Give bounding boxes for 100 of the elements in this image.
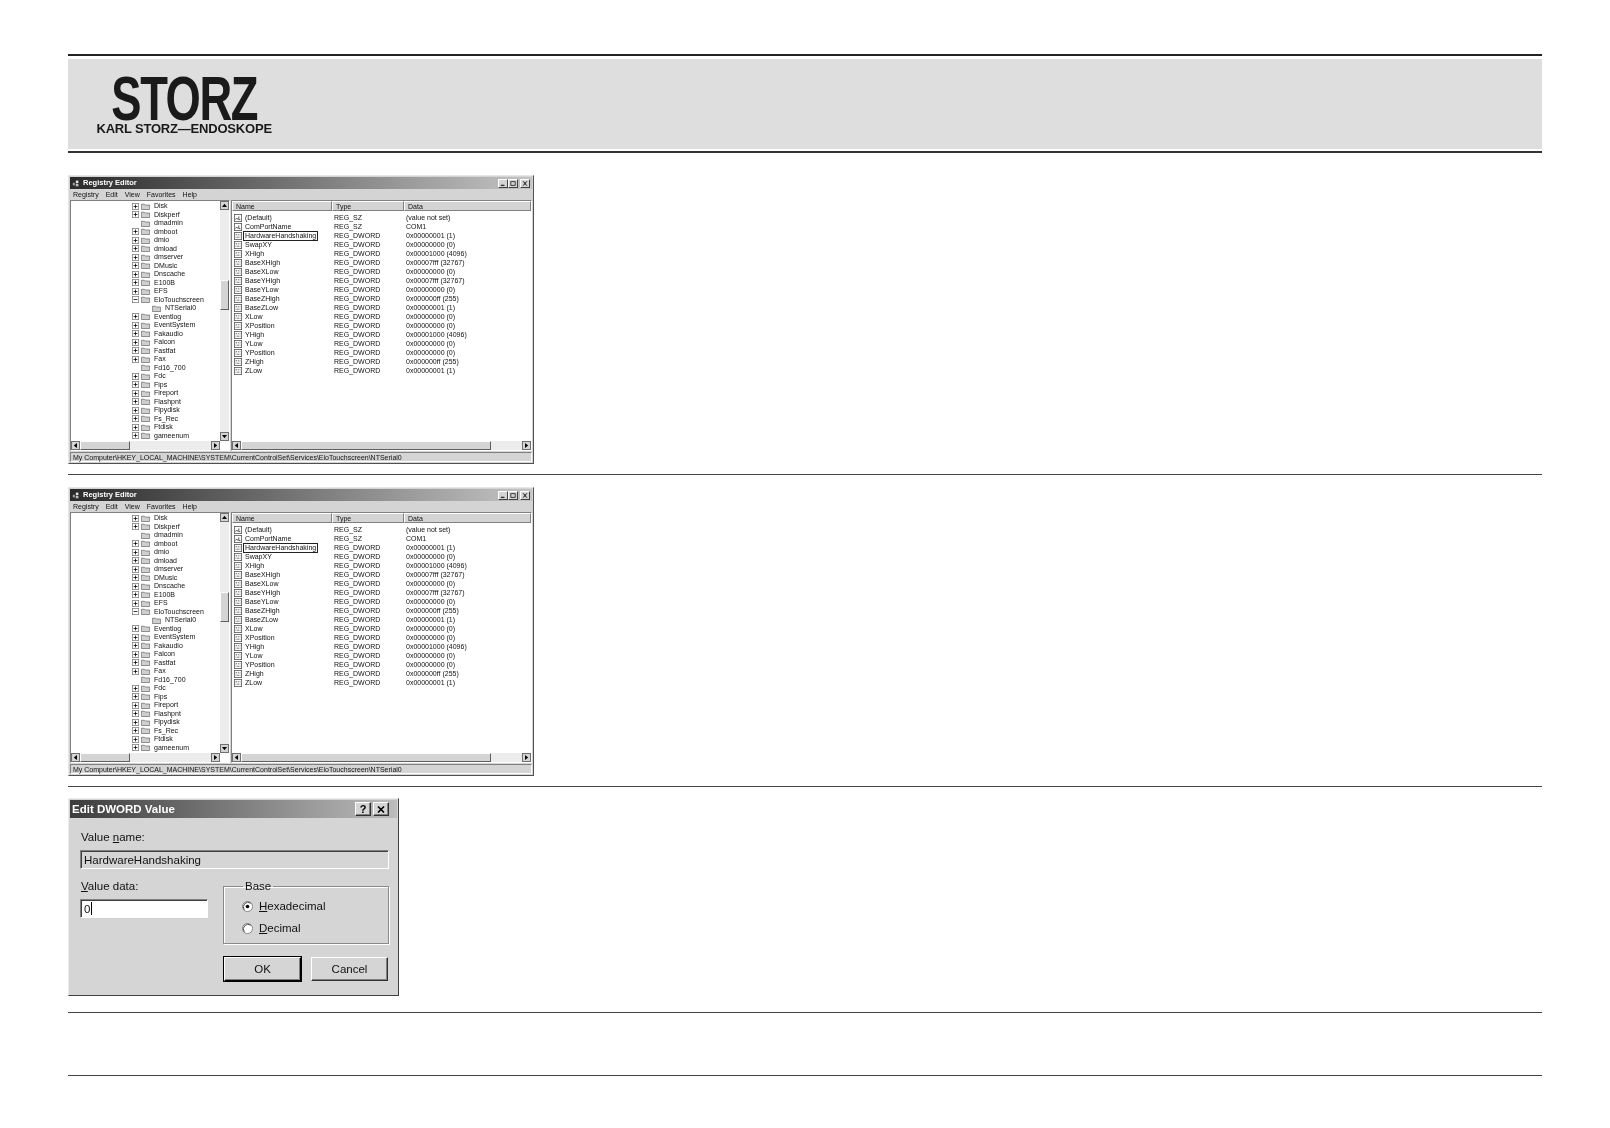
right-arrow-icon[interactable] — [522, 753, 531, 762]
maximize-icon — [510, 492, 516, 498]
plus-box-icon[interactable] — [132, 684, 139, 692]
plus-box-icon[interactable] — [132, 625, 139, 633]
plus-box-icon[interactable] — [132, 262, 139, 270]
down-arrow-icon[interactable] — [220, 432, 229, 441]
plus-box-icon[interactable] — [132, 415, 139, 423]
left-arrow-icon[interactable] — [232, 441, 241, 450]
radio-icon[interactable] — [242, 922, 253, 934]
radio-icon[interactable] — [242, 900, 253, 912]
minimize-button[interactable] — [498, 490, 508, 500]
value-data-field[interactable]: 0 — [80, 899, 208, 918]
plus-box-icon[interactable] — [132, 574, 139, 582]
close-icon — [522, 492, 528, 498]
plus-box-icon[interactable] — [132, 659, 139, 667]
plus-box-icon[interactable] — [132, 338, 139, 346]
plus-box-icon[interactable] — [132, 540, 139, 548]
down-arrow-icon[interactable] — [220, 744, 229, 753]
up-arrow-icon[interactable] — [220, 201, 229, 210]
logo-wordmark: STORZ — [111, 73, 258, 123]
plus-box-icon[interactable] — [132, 727, 139, 735]
plus-box-icon[interactable] — [132, 287, 139, 295]
close-button[interactable] — [520, 490, 530, 500]
vertical-scrollbar[interactable] — [220, 201, 229, 441]
scrollbar-thumb[interactable] — [220, 280, 229, 310]
plus-box-icon[interactable] — [132, 514, 139, 522]
left-arrow-icon[interactable] — [71, 753, 80, 762]
plus-box-icon[interactable] — [132, 744, 139, 752]
right-arrow-icon[interactable] — [211, 753, 220, 762]
plus-box-icon[interactable] — [132, 599, 139, 607]
horizontal-scrollbar[interactable] — [71, 753, 220, 762]
scrollbar-thumb[interactable] — [220, 592, 229, 622]
minus-box-icon[interactable] — [132, 608, 139, 616]
plus-box-icon[interactable] — [132, 398, 139, 406]
plus-box-icon[interactable] — [132, 633, 139, 641]
plus-box-icon[interactable] — [132, 270, 139, 278]
plus-box-icon[interactable] — [132, 667, 139, 675]
cancel-button[interactable]: Cancel — [311, 957, 388, 981]
horizontal-scrollbar[interactable] — [71, 441, 220, 450]
plus-box-icon[interactable] — [132, 245, 139, 253]
minus-box-icon[interactable] — [132, 296, 139, 304]
plus-box-icon[interactable] — [132, 211, 139, 219]
plus-box-icon[interactable] — [132, 279, 139, 287]
plus-box-icon[interactable] — [132, 718, 139, 726]
vertical-scrollbar[interactable] — [220, 513, 229, 753]
plus-box-icon[interactable] — [132, 406, 139, 414]
horizontal-scrollbar[interactable] — [232, 753, 531, 762]
plus-box-icon[interactable] — [132, 701, 139, 709]
scrollbar-thumb[interactable] — [80, 753, 130, 762]
plus-box-icon[interactable] — [132, 710, 139, 718]
right-arrow-icon[interactable] — [522, 441, 531, 450]
plus-box-icon[interactable] — [132, 321, 139, 329]
plus-box-icon[interactable] — [132, 253, 139, 261]
plus-box-icon[interactable] — [132, 236, 139, 244]
radio-option[interactable]: Decimal — [242, 920, 301, 936]
field-label: Value data: — [80, 879, 139, 894]
right-arrow-icon[interactable] — [211, 441, 220, 450]
maximize-button[interactable] — [508, 178, 518, 188]
maximize-icon — [510, 180, 516, 186]
maximize-button[interactable] — [508, 490, 518, 500]
radio-option[interactable]: Hexadecimal — [242, 898, 326, 914]
scrollbar-thumb[interactable] — [241, 753, 491, 762]
group-label: Base — [244, 879, 273, 894]
logo-tagline: KARL STORZ—ENDOSKOPE — [96, 122, 272, 136]
horizontal-scrollbar[interactable] — [232, 441, 531, 450]
plus-box-icon[interactable] — [132, 548, 139, 556]
plus-box-icon[interactable] — [132, 389, 139, 397]
cubes-icon — [72, 491, 80, 499]
plus-box-icon[interactable] — [132, 735, 139, 743]
plus-box-icon[interactable] — [132, 381, 139, 389]
scrollbar-thumb[interactable] — [80, 441, 130, 450]
plus-box-icon[interactable] — [132, 432, 139, 440]
help-button[interactable]: ? — [355, 802, 371, 816]
plus-box-icon[interactable] — [132, 313, 139, 321]
plus-box-icon[interactable] — [132, 557, 139, 565]
close-button[interactable] — [520, 178, 530, 188]
up-arrow-icon[interactable] — [220, 513, 229, 522]
plus-box-icon[interactable] — [132, 228, 139, 236]
left-arrow-icon[interactable] — [71, 441, 80, 450]
plus-box-icon[interactable] — [132, 202, 139, 210]
plus-box-icon[interactable] — [132, 372, 139, 380]
plus-box-icon[interactable] — [132, 582, 139, 590]
ok-button[interactable]: OK — [224, 957, 301, 981]
minimize-button[interactable] — [498, 178, 508, 188]
plus-box-icon[interactable] — [132, 650, 139, 658]
scrollbar-thumb[interactable] — [241, 441, 491, 450]
plus-box-icon[interactable] — [132, 591, 139, 599]
plus-box-icon[interactable] — [132, 642, 139, 650]
plus-box-icon[interactable] — [132, 523, 139, 531]
dialog-title: Edit DWORD Value — [72, 803, 176, 815]
left-arrow-icon[interactable] — [232, 753, 241, 762]
plus-box-icon[interactable] — [132, 355, 139, 363]
plus-box-icon[interactable] — [132, 347, 139, 355]
plus-box-icon[interactable] — [132, 693, 139, 701]
plus-box-icon[interactable] — [132, 330, 139, 338]
close-button[interactable] — [373, 802, 389, 816]
plus-box-icon[interactable] — [132, 423, 139, 431]
close-icon — [377, 805, 385, 813]
text-cursor-icon — [91, 902, 93, 915]
plus-box-icon[interactable] — [132, 565, 139, 573]
